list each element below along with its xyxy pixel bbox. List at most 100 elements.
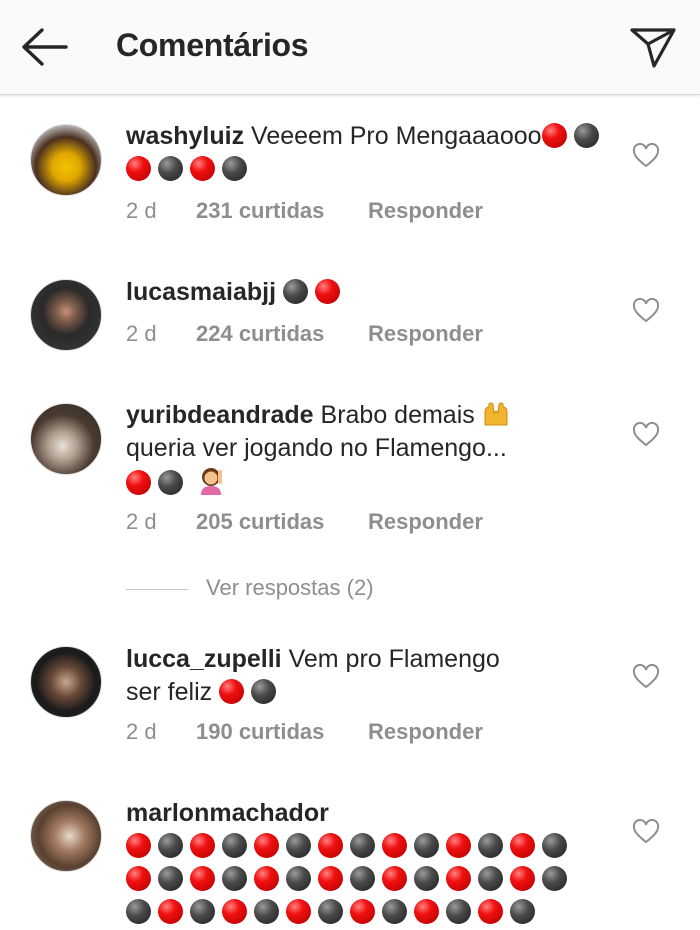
- black-circle-emoji: [254, 899, 279, 924]
- heart-icon[interactable]: [632, 422, 660, 448]
- comment-time: 2 d: [126, 198, 157, 223]
- flamengo-emoji-row: [283, 278, 347, 306]
- avatar[interactable]: [30, 279, 102, 351]
- black-circle-emoji: [222, 833, 247, 858]
- view-replies-label: Ver respostas (2): [206, 575, 374, 600]
- comment-time: 2 d: [126, 509, 157, 534]
- red-circle-emoji: [190, 833, 215, 858]
- comment-body: lucca_zupelli Vem pro Flamengo ser feliz: [126, 643, 606, 709]
- red-circle-emoji: [222, 899, 247, 924]
- red-circle-emoji: [286, 899, 311, 924]
- black-circle-emoji: [510, 899, 535, 924]
- heart-icon[interactable]: [632, 298, 660, 324]
- black-circle-emoji: [573, 123, 599, 148]
- red-circle-emoji: [254, 866, 279, 891]
- flamengo-emoji-rows: [126, 832, 574, 926]
- likes-count[interactable]: 190 curtidas: [196, 719, 368, 745]
- likes-count[interactable]: 231 curtidas: [196, 198, 368, 224]
- avatar[interactable]: [30, 124, 102, 196]
- red-circle-emoji: [446, 833, 471, 858]
- arrow-left-icon[interactable]: [18, 24, 70, 70]
- black-circle-emoji: [350, 833, 375, 858]
- black-circle-emoji: [382, 899, 407, 924]
- red-circle-emoji: [478, 899, 503, 924]
- black-circle-emoji: [286, 833, 311, 858]
- red-circle-emoji: [126, 866, 151, 891]
- comment-meta: 2 d 190 curtidas Responder: [126, 719, 483, 745]
- comment-time: 2 d: [126, 321, 157, 346]
- red-circle-emoji: [510, 866, 535, 891]
- black-circle-emoji: [158, 866, 183, 891]
- comment-body: lucasmaiabjj: [126, 276, 606, 309]
- red-circle-emoji: [510, 833, 535, 858]
- red-circle-emoji: [541, 123, 567, 148]
- username[interactable]: yuribdeandrade: [126, 401, 314, 429]
- username[interactable]: lucca_zupelli: [126, 645, 282, 673]
- raising-hands-emoji: [484, 402, 508, 426]
- comment-text: Brabo demais: [320, 401, 475, 429]
- comment-meta: 2 d 205 curtidas Responder: [126, 509, 483, 535]
- comment-text: Vem pro Flamengo: [288, 645, 500, 673]
- username[interactable]: washyluiz: [126, 122, 244, 150]
- comment-meta: 2 d 224 curtidas Responder: [126, 321, 483, 347]
- black-circle-emoji: [446, 899, 471, 924]
- black-circle-emoji: [350, 866, 375, 891]
- username[interactable]: marlonmachador: [126, 799, 329, 827]
- black-circle-emoji: [542, 833, 567, 858]
- black-circle-emoji: [190, 899, 215, 924]
- red-circle-emoji: [382, 866, 407, 891]
- red-circle-emoji: [318, 833, 343, 858]
- black-circle-emoji: [283, 279, 309, 304]
- black-circle-emoji: [222, 156, 247, 181]
- username[interactable]: lucasmaiabjj: [126, 278, 276, 306]
- black-circle-emoji: [414, 866, 439, 891]
- avatar[interactable]: [30, 403, 102, 475]
- black-circle-emoji: [158, 470, 183, 495]
- likes-count[interactable]: 224 curtidas: [196, 321, 368, 347]
- heart-icon[interactable]: [632, 819, 660, 845]
- black-circle-emoji: [158, 833, 183, 858]
- heart-icon[interactable]: [632, 143, 660, 169]
- black-circle-emoji: [542, 866, 567, 891]
- reply-button[interactable]: Responder: [368, 321, 483, 347]
- red-circle-emoji: [219, 679, 245, 704]
- comment-time: 2 d: [126, 719, 157, 744]
- view-replies-button[interactable]: Ver respostas (2): [126, 575, 374, 601]
- black-circle-emoji: [158, 156, 183, 181]
- red-circle-emoji: [190, 866, 215, 891]
- red-circle-emoji: [446, 866, 471, 891]
- flamengo-emoji-row: [219, 678, 283, 706]
- heart-icon[interactable]: [632, 664, 660, 690]
- red-circle-emoji: [350, 899, 375, 924]
- comment-text: Veeeem Pro Mengaaaooo: [251, 122, 542, 150]
- red-circle-emoji: [318, 866, 343, 891]
- comment-body: washyluiz Veeeem Pro Mengaaaooo: [126, 120, 606, 186]
- black-circle-emoji: [414, 833, 439, 858]
- black-circle-emoji: [478, 866, 503, 891]
- black-circle-emoji: [126, 899, 151, 924]
- avatar[interactable]: [30, 800, 102, 872]
- page-title: Comentários: [116, 27, 309, 63]
- black-circle-emoji: [251, 679, 277, 704]
- red-circle-emoji: [126, 156, 151, 181]
- avatar[interactable]: [30, 646, 102, 718]
- comment-body: yuribdeandrade Brabo demais queria ver j…: [126, 399, 606, 500]
- black-circle-emoji: [222, 866, 247, 891]
- red-circle-emoji: [382, 833, 407, 858]
- black-circle-emoji: [478, 833, 503, 858]
- reply-button[interactable]: Responder: [368, 198, 483, 224]
- red-circle-emoji: [254, 833, 279, 858]
- reply-button[interactable]: Responder: [368, 719, 483, 745]
- woman-raising-hand-emoji: [200, 468, 222, 495]
- paper-plane-icon[interactable]: [628, 24, 678, 70]
- comment-text: queria ver jogando no Flamengo...: [126, 434, 507, 462]
- black-circle-emoji: [286, 866, 311, 891]
- black-circle-emoji: [318, 899, 343, 924]
- red-circle-emoji: [126, 833, 151, 858]
- red-circle-emoji: [158, 899, 183, 924]
- comment-text: ser feliz: [126, 678, 213, 706]
- comment-body: marlonmachador: [126, 797, 616, 929]
- comment-meta: 2 d 231 curtidas Responder: [126, 198, 483, 224]
- reply-button[interactable]: Responder: [368, 509, 483, 535]
- likes-count[interactable]: 205 curtidas: [196, 509, 368, 535]
